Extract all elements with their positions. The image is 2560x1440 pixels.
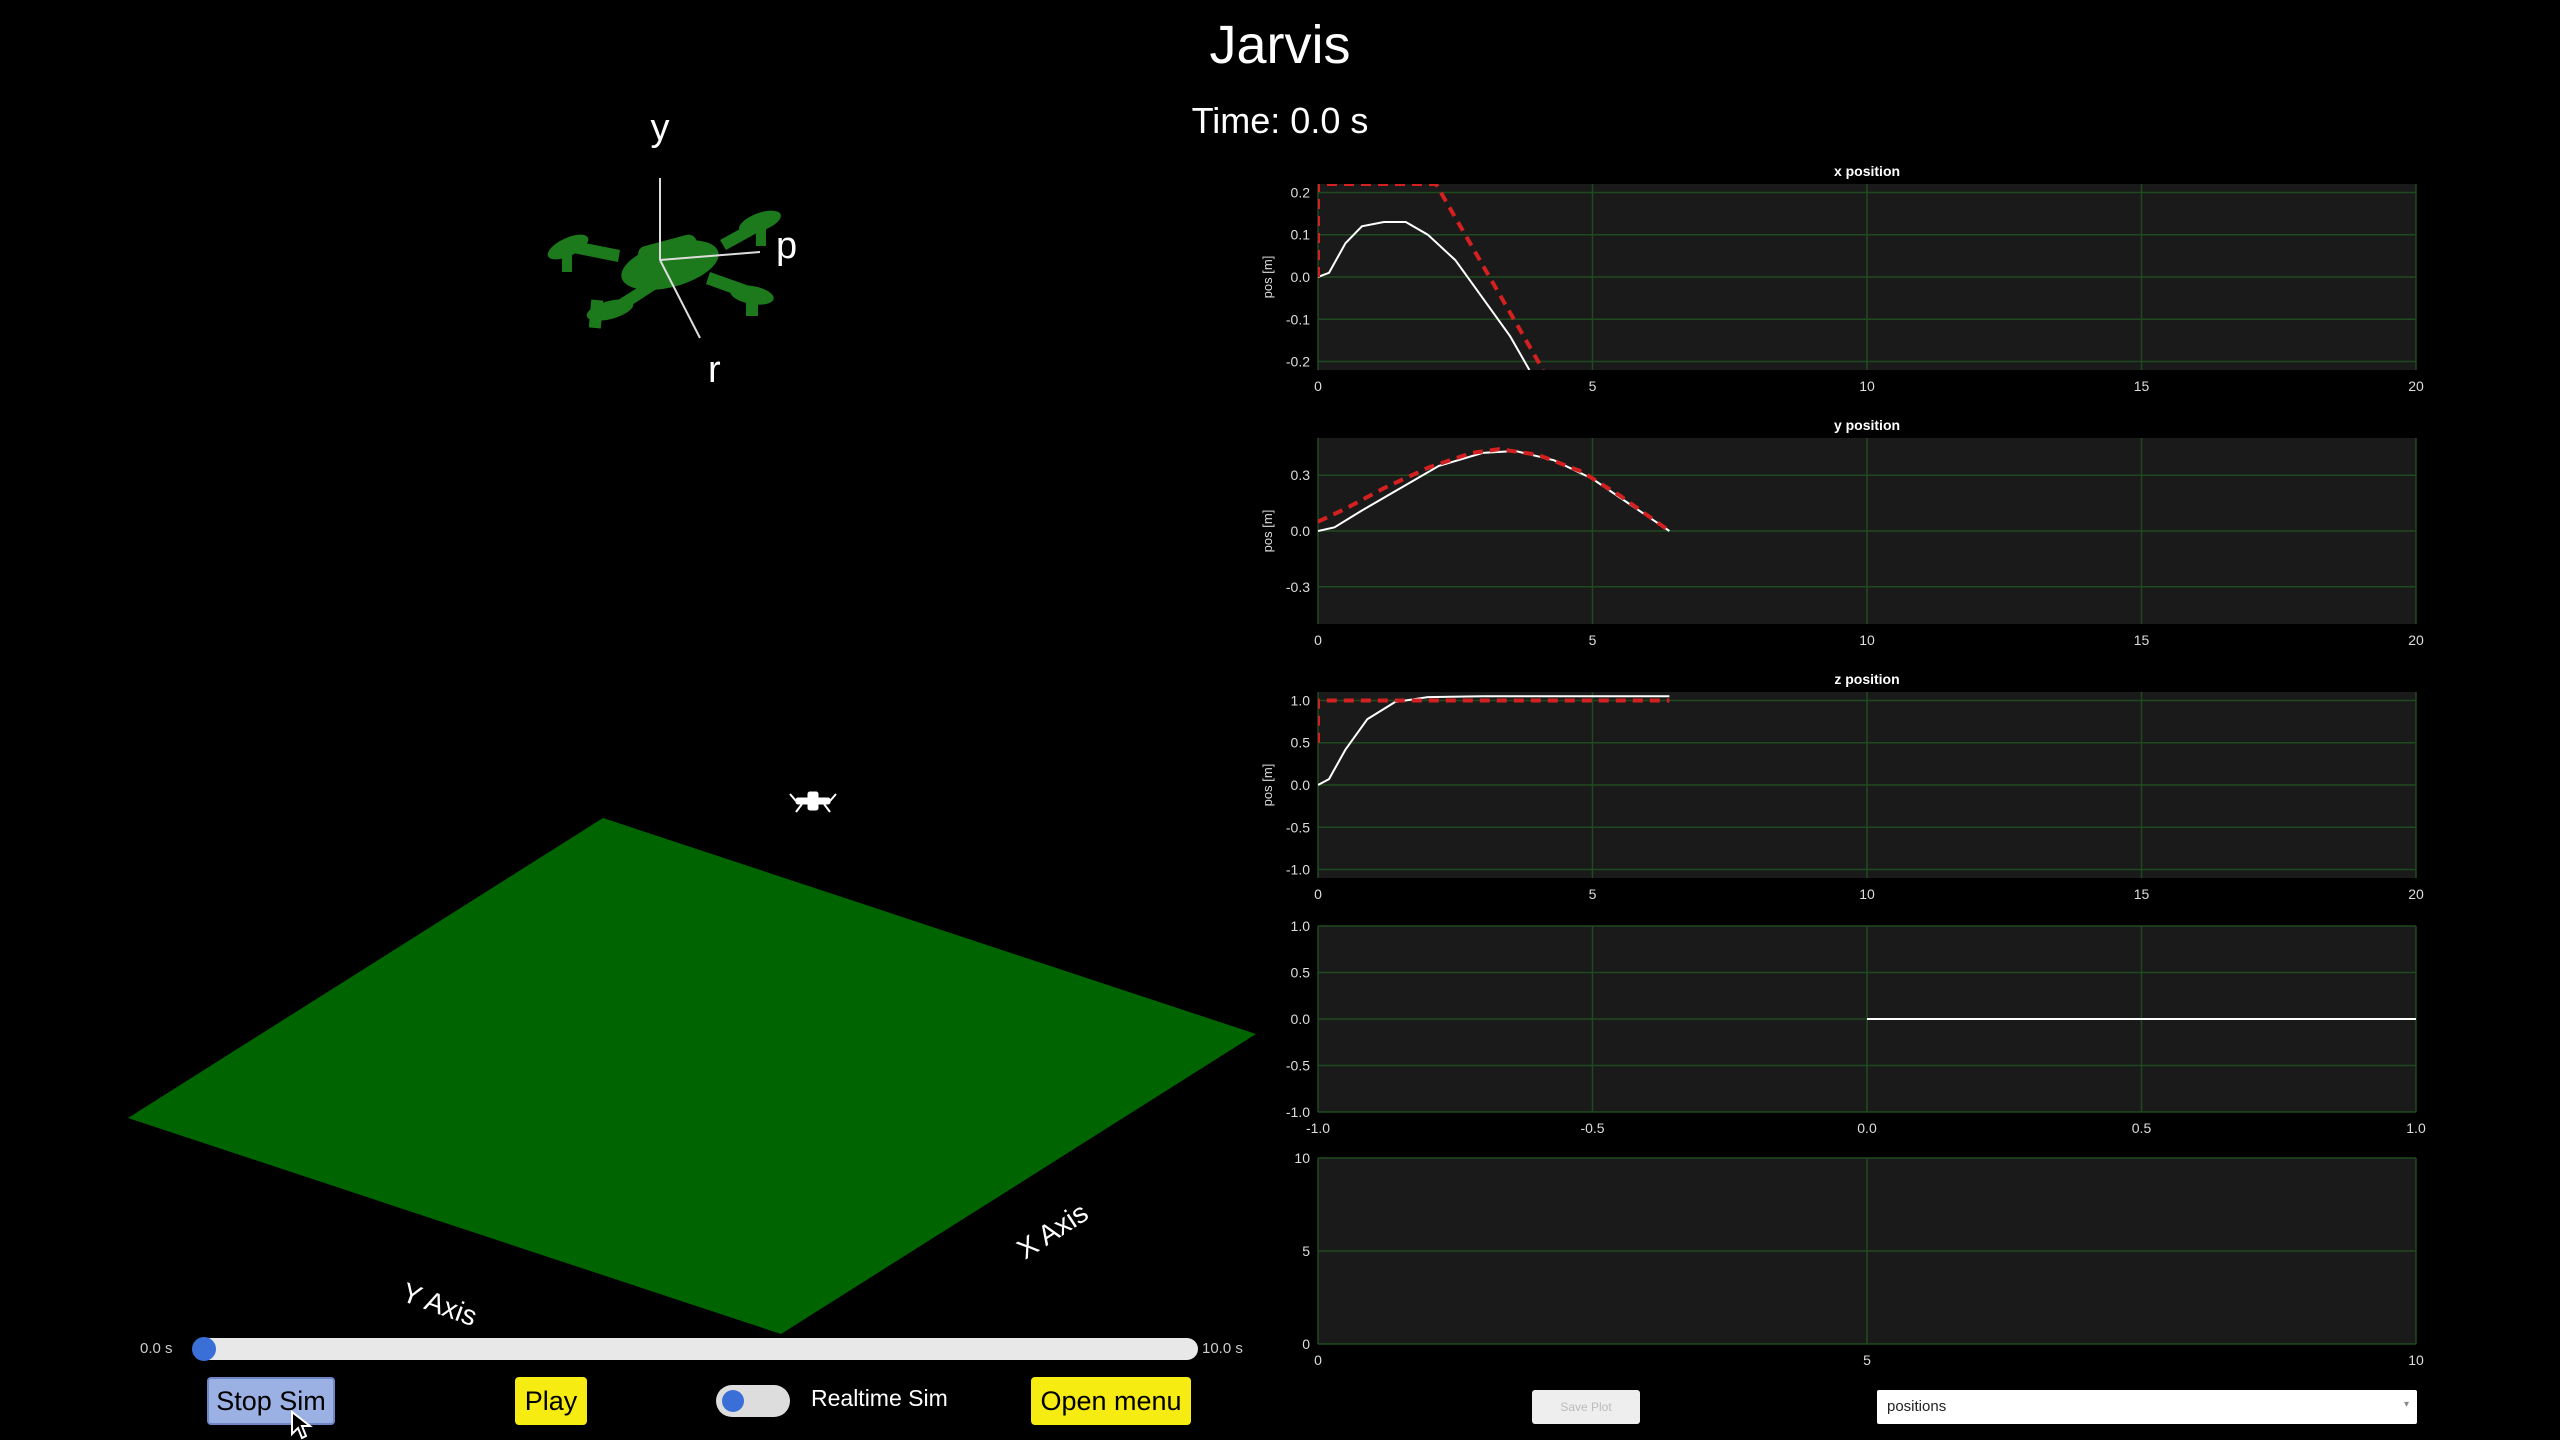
y-tick-label: -0.5: [1286, 1058, 1310, 1074]
y-axis-label: pos [m]: [1260, 764, 1275, 807]
plot-2: 0 5 10 15 20 -0.3 0.0 0.3 y position pos [m]: [1260, 417, 2424, 648]
play-button[interactable]: Play: [515, 1377, 587, 1425]
y-tick-label: 0.2: [1291, 184, 1311, 200]
plot-title: x position: [1834, 163, 1900, 179]
y-tick-label: -1.0: [1286, 1104, 1310, 1120]
x-tick-label: 20: [2408, 632, 2424, 648]
y-tick-label: 0.0: [1291, 269, 1311, 285]
x-tick-label: 10: [1859, 378, 1875, 394]
realtime-sim-toggle[interactable]: [716, 1385, 790, 1417]
chevron-down-icon: ▾: [2403, 1399, 2409, 1410]
timeline-slider[interactable]: 0.0 s 10.0 s: [140, 1332, 1260, 1372]
x-tick-label: 0: [1314, 886, 1322, 902]
x-tick-label: 15: [2134, 632, 2150, 648]
x-tick-label: 5: [1589, 378, 1597, 394]
y-tick-label: -0.2: [1286, 354, 1310, 370]
mouse-cursor-icon: [291, 1410, 313, 1440]
ground-plane: [128, 818, 1256, 1334]
y-tick-label: -0.3: [1286, 579, 1310, 595]
drone-marker-icon: [789, 791, 837, 813]
x-tick-label: 5: [1863, 1352, 1871, 1368]
x-axis-scene-label: X Axis: [1011, 1197, 1093, 1265]
plot-5: 0 5 10 0 5 10: [1294, 1150, 2424, 1368]
x-tick-label: 0.5: [2132, 1120, 2152, 1136]
y-tick-label: 0.1: [1291, 227, 1311, 243]
x-tick-label: 15: [2134, 378, 2150, 394]
plot-4: -1.0 -0.5 0.0 0.5 1.0 -1.0 -0.5 0.0 0.5 1.0: [1286, 918, 2426, 1136]
plots-panel: 0 5 10 15 20 -0.2 -0.1 0.0 0.1 0.2 x position pos […: [1260, 163, 2426, 1368]
y-axis-label: pos [m]: [1260, 256, 1275, 299]
plot-3: 0 5 10 15 20 -1.0 -0.5 0.0 0.5 1.0 z position pos […: [1260, 671, 2424, 902]
x-tick-label: 10: [2408, 1352, 2424, 1368]
x-tick-label: -1.0: [1306, 1120, 1330, 1136]
y-tick-label: -1.0: [1286, 862, 1310, 878]
y-tick-label: 0.0: [1291, 1011, 1311, 1027]
y-tick-label: -0.5: [1286, 819, 1310, 835]
timeline-thumb[interactable]: [192, 1337, 216, 1361]
stop-sim-button[interactable]: Stop Sim: [207, 1377, 335, 1425]
timeline-min-label: 0.0 s: [140, 1340, 173, 1357]
timeline-max-label: 10.0 s: [1202, 1340, 1243, 1357]
y-tick-label: 5: [1302, 1243, 1310, 1259]
x-tick-label: 10: [1859, 632, 1875, 648]
realtime-sim-label: Realtime Sim: [811, 1385, 948, 1411]
x-tick-label: 0: [1314, 378, 1322, 394]
drone-orientation-view: y p r: [547, 107, 797, 391]
plot-select-value: positions: [1887, 1398, 1947, 1415]
plot-title: y position: [1834, 417, 1900, 433]
x-tick-label: 20: [2408, 378, 2424, 394]
y-tick-label: 0: [1302, 1336, 1310, 1352]
y-tick-label: 10: [1294, 1150, 1310, 1166]
x-tick-label: 0: [1314, 632, 1322, 648]
y-axis-label: pos [m]: [1260, 510, 1275, 553]
r-axis-label: r: [708, 349, 721, 391]
y-axis-label: y: [651, 107, 670, 149]
plot-title: z position: [1834, 671, 1899, 687]
plot-select-dropdown[interactable]: positions ▾: [1877, 1390, 2417, 1424]
y-tick-label: 0.0: [1291, 777, 1311, 793]
p-axis-label: p: [776, 225, 797, 267]
x-tick-label: 20: [2408, 886, 2424, 902]
x-tick-label: 5: [1589, 632, 1597, 648]
x-tick-label: 10: [1859, 886, 1875, 902]
save-plot-button[interactable]: Save Plot: [1532, 1390, 1640, 1424]
y-tick-label: 0.5: [1291, 735, 1311, 751]
x-tick-label: 0.0: [1857, 1120, 1877, 1136]
y-tick-label: -0.1: [1286, 311, 1310, 327]
x-tick-label: 1.0: [2406, 1120, 2426, 1136]
y-axis-scene-label: Y Axis: [398, 1277, 481, 1333]
y-tick-label: 0.5: [1291, 965, 1311, 981]
open-menu-button[interactable]: Open menu: [1031, 1377, 1191, 1425]
plot-1: 0 5 10 15 20 -0.2 -0.1 0.0 0.1 0.2 x position pos […: [1260, 163, 2424, 394]
y-tick-label: 1.0: [1291, 918, 1311, 934]
toggle-knob: [722, 1390, 744, 1412]
x-tick-label: 5: [1589, 886, 1597, 902]
timeline-track[interactable]: [198, 1338, 1198, 1360]
x-tick-label: 0: [1314, 1352, 1322, 1368]
x-tick-label: 15: [2134, 886, 2150, 902]
y-tick-label: 0.3: [1291, 467, 1311, 483]
y-tick-label: 1.0: [1291, 692, 1311, 708]
app-title: Jarvis: [1209, 15, 1351, 75]
3d-scene-view[interactable]: Y Axis X Axis: [0, 760, 1300, 1360]
x-tick-label: -0.5: [1580, 1120, 1604, 1136]
sim-time-readout: Time: 0.0 s: [1191, 100, 1369, 141]
y-tick-label: 0.0: [1291, 523, 1311, 539]
